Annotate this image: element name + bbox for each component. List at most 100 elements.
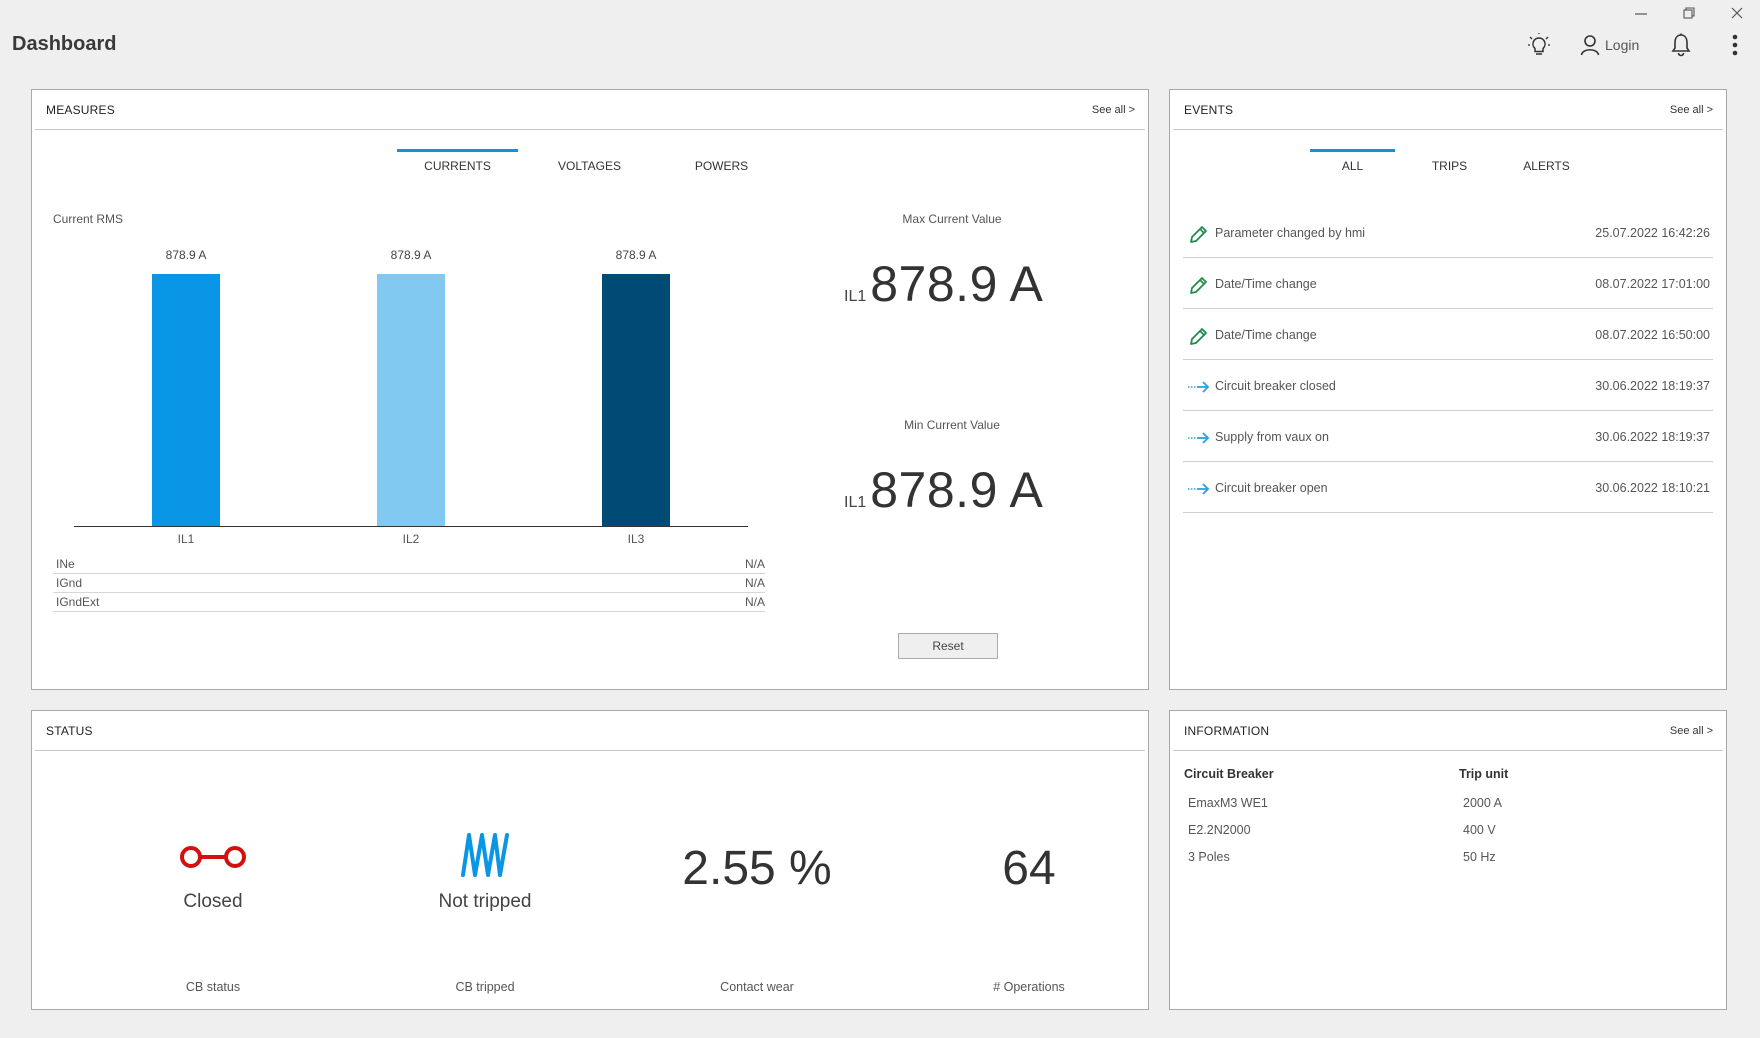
table-row: IGndExt N/A	[53, 593, 765, 612]
pencil-icon	[1190, 226, 1207, 243]
bar-il2	[377, 274, 445, 526]
bell-icon	[1671, 33, 1691, 57]
reset-button[interactable]: Reset	[898, 633, 998, 659]
event-text: Circuit breaker open	[1215, 481, 1328, 495]
max-current-phase: IL1	[844, 288, 867, 305]
status-panel: STATUS Closed CB status Not tripped CB t…	[31, 710, 1149, 1010]
restore-button[interactable]	[1669, 2, 1709, 24]
close-button[interactable]	[1717, 2, 1757, 24]
information-panel: INFORMATION See all > Circuit Breaker Em…	[1169, 710, 1727, 1010]
tab-trips[interactable]: TRIPS	[1407, 149, 1492, 173]
tab-label: CURRENTS	[424, 159, 491, 173]
notifications-button[interactable]	[1668, 30, 1694, 60]
events-see-all-link[interactable]: See all >	[1670, 104, 1713, 116]
row-name: IGndExt	[56, 595, 100, 609]
contact-wear-caption: Contact wear	[720, 980, 794, 994]
operations-caption: # Operations	[993, 980, 1065, 994]
event-text: Supply from vaux on	[1215, 430, 1329, 444]
x-tick-label: IL2	[402, 532, 420, 546]
cb-tripped-value: Not tripped	[438, 891, 532, 912]
tab-label: VOLTAGES	[558, 159, 621, 173]
bar-data-label: 878.9 A	[390, 248, 432, 262]
contact-wear-value: 2.55 %	[682, 842, 832, 895]
table-row: IGnd N/A	[53, 574, 765, 593]
chart-title: Current RMS	[53, 212, 124, 226]
event-text: Parameter changed by hmi	[1215, 226, 1366, 240]
login-label: Login	[1605, 37, 1640, 53]
event-row[interactable]: Date/Time change 08.07.2022 17:01:00	[1183, 258, 1713, 309]
row-value: N/A	[744, 576, 765, 590]
more-vertical-icon	[1732, 34, 1738, 56]
cb-status-widget: Closed CB status	[78, 711, 348, 1009]
tab-label: TRIPS	[1431, 159, 1468, 173]
event-row[interactable]: Parameter changed by hmi 25.07.2022 16:42…	[1183, 207, 1713, 258]
information-see-all-link[interactable]: See all >	[1670, 725, 1713, 737]
event-row[interactable]: Circuit breaker closed 30.06.2022 18:19:3…	[1183, 360, 1713, 411]
dotted-arrow-icon	[1188, 483, 1210, 495]
minimize-icon	[1635, 13, 1647, 15]
event-row[interactable]: Supply from vaux on 30.06.2022 18:19:37	[1183, 411, 1713, 462]
minimize-button[interactable]	[1621, 2, 1661, 24]
events-tabs: ALL TRIPS ALERTS	[1310, 149, 1589, 173]
measures-header: MEASURES See all >	[35, 90, 1145, 130]
tab-label: POWERS	[694, 159, 749, 173]
dotted-arrow-icon	[1188, 381, 1210, 393]
measures-title: MEASURES	[46, 103, 115, 117]
min-current-value: IL1 878.9 A	[844, 461, 1043, 519]
tab-alerts[interactable]: ALERTS	[1504, 149, 1589, 173]
circuit-breaker-code: E2.2N2000	[1188, 823, 1251, 837]
user-icon	[1580, 35, 1600, 56]
operations-widget: 64 # Operations	[894, 711, 1164, 1009]
row-name: INe	[56, 557, 75, 571]
event-datetime: 08.07.2022 17:01:00	[1595, 277, 1710, 291]
row-value: N/A	[744, 595, 765, 609]
circuit-breaker-heading: Circuit Breaker	[1184, 767, 1274, 781]
dotted-arrow-icon	[1188, 432, 1210, 444]
extra-currents-table: INe N/A IGnd N/A IGndExt N/A	[53, 555, 765, 615]
events-header: EVENTS See all >	[1173, 90, 1723, 130]
tab-currents[interactable]: CURRENTS	[397, 149, 518, 173]
bar-il1	[152, 274, 220, 526]
event-row[interactable]: Date/Time change 08.07.2022 16:50:00	[1183, 309, 1713, 360]
event-datetime: 25.07.2022 16:42:26	[1595, 226, 1710, 240]
event-text: Date/Time change	[1215, 328, 1317, 342]
bar-data-label: 878.9 A	[165, 248, 207, 262]
event-datetime: 08.07.2022 16:50:00	[1595, 328, 1710, 342]
events-title: EVENTS	[1184, 103, 1234, 117]
trip-unit-frequency: 50 Hz	[1463, 850, 1496, 864]
row-value: N/A	[744, 557, 765, 571]
restore-icon	[1683, 7, 1695, 19]
tab-label: ALL	[1341, 159, 1364, 173]
login-button[interactable]: Login	[1580, 30, 1646, 60]
row-name: IGnd	[56, 576, 83, 590]
pencil-icon	[1190, 277, 1207, 294]
event-text: Circuit breaker closed	[1215, 379, 1336, 393]
pencil-icon	[1190, 328, 1207, 345]
lightbulb-icon	[1528, 33, 1550, 55]
event-text: Date/Time change	[1215, 277, 1317, 291]
event-row[interactable]: Circuit breaker open 30.06.2022 18:10:21	[1183, 462, 1713, 513]
tab-powers[interactable]: POWERS	[661, 149, 782, 173]
event-datetime: 30.06.2022 18:19:37	[1595, 430, 1710, 444]
operations-value: 64	[1002, 842, 1056, 895]
x-tick-label: IL3	[627, 532, 645, 546]
measures-panel: MEASURES See all > CURRENTS VOLTAGES POW…	[31, 89, 1149, 690]
cb-status-value: Closed	[183, 891, 243, 912]
max-current-label: Max Current Value	[902, 212, 1002, 226]
measures-see-all-link[interactable]: See all >	[1092, 104, 1135, 116]
circuit-breaker-poles: 3 Poles	[1188, 850, 1230, 864]
event-datetime: 30.06.2022 18:19:37	[1595, 379, 1710, 393]
cb-status-caption: CB status	[185, 980, 241, 994]
not-tripped-icon	[461, 833, 509, 877]
tab-voltages[interactable]: VOLTAGES	[529, 149, 650, 173]
cb-tripped-widget: Not tripped CB tripped	[350, 711, 620, 1009]
trip-unit-current: 2000 A	[1463, 796, 1502, 810]
tab-all[interactable]: ALL	[1310, 149, 1395, 173]
close-icon	[1731, 7, 1743, 19]
tips-button[interactable]	[1524, 30, 1554, 60]
events-panel: EVENTS See all > ALL TRIPS ALERTS Parame…	[1169, 89, 1727, 690]
more-menu-button[interactable]	[1725, 30, 1745, 60]
information-title: INFORMATION	[1184, 724, 1270, 738]
max-current-number: 878.9 A	[870, 256, 1044, 312]
min-current-number: 878.9 A	[870, 462, 1044, 518]
